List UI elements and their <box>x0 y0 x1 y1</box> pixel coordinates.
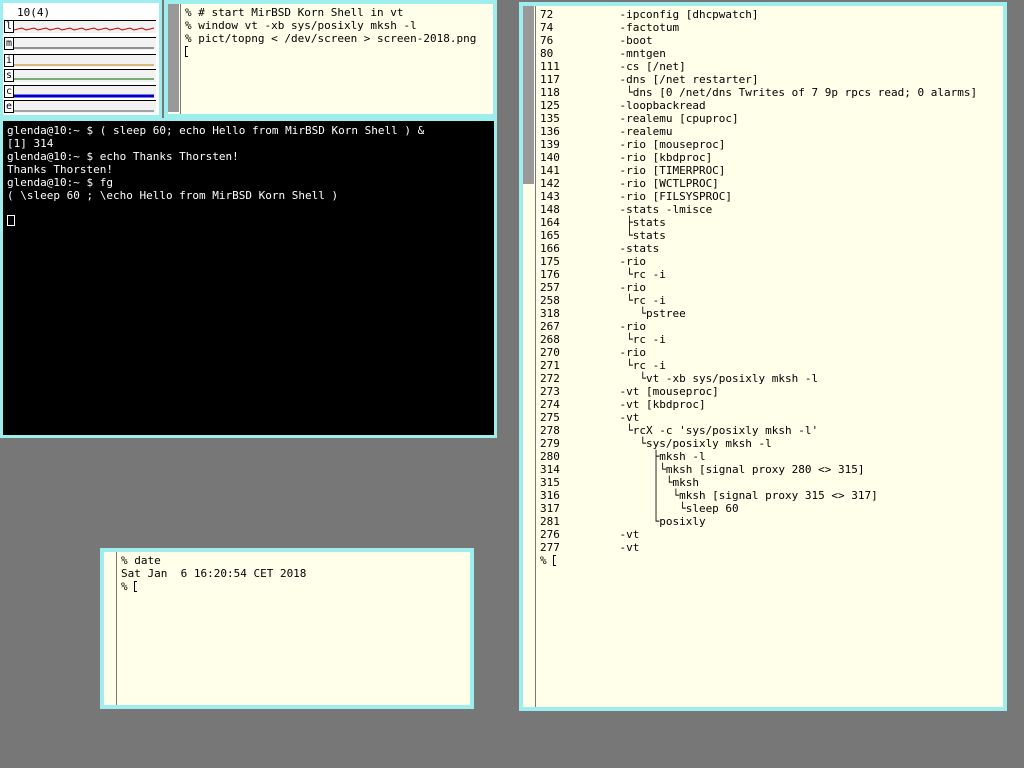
pstree-line: 271 └rc -i <box>540 359 666 372</box>
terminal-line: % # start MirBSD Korn Shell in vt <box>185 6 404 19</box>
pstree-line: 316 │ └mksh [signal proxy 315 <> 317] <box>540 489 878 502</box>
pstree-line: 175 -rio <box>540 255 646 268</box>
pstree-line: 165 └stats <box>540 229 666 242</box>
pstree-line: 314 │└mksh [signal proxy 280 <> 315] <box>540 463 865 476</box>
pstree-line: 315 │ └mksh <box>540 476 699 489</box>
stat-graph <box>14 54 156 67</box>
pstree-line: 125 -loopbackread <box>540 99 706 112</box>
vt-text[interactable]: glenda@10:~ $ ( sleep 60; echo Hello fro… <box>7 124 424 229</box>
scrollbar[interactable] <box>104 552 117 705</box>
stat-graph <box>13 20 156 33</box>
terminal-text[interactable]: % # start MirBSD Korn Shell in vt% windo… <box>185 6 491 114</box>
stats-window[interactable]: 10(4) lmisce <box>0 0 162 118</box>
pstree-line: 280 ├mksh -l <box>540 450 706 463</box>
terminal-window-pstree[interactable]: 72 -ipconfig [dhcpwatch] 74 -factotum 76 -… <box>519 2 1007 711</box>
pstree-line: 176 └rc -i <box>540 268 666 281</box>
terminal-window-top[interactable]: % # start MirBSD Korn Shell in vt% windo… <box>164 0 497 118</box>
stat-label: s <box>4 69 14 82</box>
shell-prompt: % <box>121 580 128 593</box>
scrollbar[interactable] <box>523 6 536 707</box>
text-cursor <box>553 555 557 566</box>
pstree-line: 166 -stats <box>540 242 660 255</box>
pstree-line: 270 -rio <box>540 346 646 359</box>
pstree-line: 317 │ └sleep 60 <box>540 502 739 515</box>
pstree-line: 274 -vt [kbdproc] <box>540 398 706 411</box>
stat-graph <box>14 37 156 50</box>
stat-row-5: e <box>3 100 159 113</box>
pstree-line: 117 -dns [/net restarter] <box>540 73 759 86</box>
pstree-line: 257 -rio <box>540 281 646 294</box>
stat-row-1: m <box>3 37 159 50</box>
pstree-line: 318 └pstree <box>540 307 686 320</box>
pstree-line: 74 -factotum <box>540 21 680 34</box>
text-cursor <box>134 581 138 592</box>
pstree-line: 111 -cs [/net] <box>540 60 686 73</box>
vt-line: glenda@10:~ $ ( sleep 60; echo Hello fro… <box>7 124 425 137</box>
stat-row-4: c <box>3 85 159 98</box>
vt-terminal-window[interactable]: glenda@10:~ $ ( sleep 60; echo Hello fro… <box>0 118 497 438</box>
pstree-line: 76 -boot <box>540 34 653 47</box>
pstree-line: 276 -vt <box>540 528 640 541</box>
stat-graph <box>14 85 156 98</box>
terminal-text[interactable]: % date Sat Jan 6 16:20:54 CET 2018% <box>121 554 468 705</box>
vt-line: glenda@10:~ $ echo Thanks Thorsten! <box>7 150 239 163</box>
terminal-line: Sat Jan 6 16:20:54 CET 2018 <box>121 567 307 580</box>
pstree-line: 139 -rio [mouseproc] <box>540 138 726 151</box>
pstree-line: 143 -rio [FILSYSPROC] <box>540 190 733 203</box>
stat-label: c <box>4 85 14 98</box>
pstree-line: 279 └sys/posixly mksh -l <box>540 437 772 450</box>
pstree-line: 80 -mntgen <box>540 47 666 60</box>
pstree-output[interactable]: 72 -ipconfig [dhcpwatch] 74 -factotum 76 -… <box>540 8 1001 707</box>
stat-label: i <box>4 54 14 67</box>
stat-row-3: s <box>3 69 159 82</box>
vt-line: ( \sleep 60 ; \echo Hello from MirBSD Ko… <box>7 189 339 202</box>
pstree-line: 72 -ipconfig [dhcpwatch] <box>540 8 759 21</box>
vt-line: glenda@10:~ $ fg <box>7 176 113 189</box>
pstree-line: 272 └vt -xb sys/posixly mksh -l <box>540 372 819 385</box>
stat-row-2: i <box>3 54 159 67</box>
terminal-line: % window vt -xb sys/posixly mksh -l <box>185 19 417 32</box>
pstree-line: 164 ├stats <box>540 216 666 229</box>
vt-line: [1] 314 <box>7 137 54 150</box>
pstree-line: 275 -vt <box>540 411 640 424</box>
pstree-line: 118 └dns [0 /net/dns Twrites of 7 9p rpc… <box>540 86 978 99</box>
stats-header: 10(4) <box>17 6 51 19</box>
pstree-line: 258 └rc -i <box>540 294 666 307</box>
stat-label: l <box>4 20 14 33</box>
shell-prompt: % <box>540 554 547 567</box>
pstree-line: 281 └posixly <box>540 515 706 528</box>
pstree-line: 136 -realemu <box>540 125 673 138</box>
pstree-line: 278 └rcX -c 'sys/posixly mksh -l' <box>540 424 819 437</box>
pstree-line: 273 -vt [mouseproc] <box>540 385 719 398</box>
terminal-window-date[interactable]: % date Sat Jan 6 16:20:54 CET 2018% <box>100 548 474 709</box>
stat-graph <box>14 69 156 82</box>
pstree-line: 277 -vt <box>540 541 640 554</box>
vt-line: Thanks Thorsten! <box>7 163 113 176</box>
stat-row-0: l <box>3 20 159 33</box>
stat-label: e <box>4 100 14 113</box>
stat-label: m <box>4 37 14 50</box>
pstree-line: 268 └rc -i <box>540 333 666 346</box>
stat-graph <box>14 100 156 113</box>
text-cursor <box>185 46 188 57</box>
scrollbar[interactable] <box>168 4 181 114</box>
pstree-line: 142 -rio [WCTLPROC] <box>540 177 719 190</box>
pstree-line: 140 -rio [kbdproc] <box>540 151 713 164</box>
vt-block-cursor <box>7 215 15 226</box>
pstree-line: 148 -stats -lmisce <box>540 203 713 216</box>
pstree-line: 135 -realemu [cpuproc] <box>540 112 739 125</box>
pstree-line: 267 -rio <box>540 320 646 333</box>
terminal-line: % date <box>121 554 161 567</box>
pstree-line: 141 -rio [TIMERPROC] <box>540 164 726 177</box>
terminal-line: % pict/topng < /dev/screen > screen-2018… <box>185 32 477 45</box>
